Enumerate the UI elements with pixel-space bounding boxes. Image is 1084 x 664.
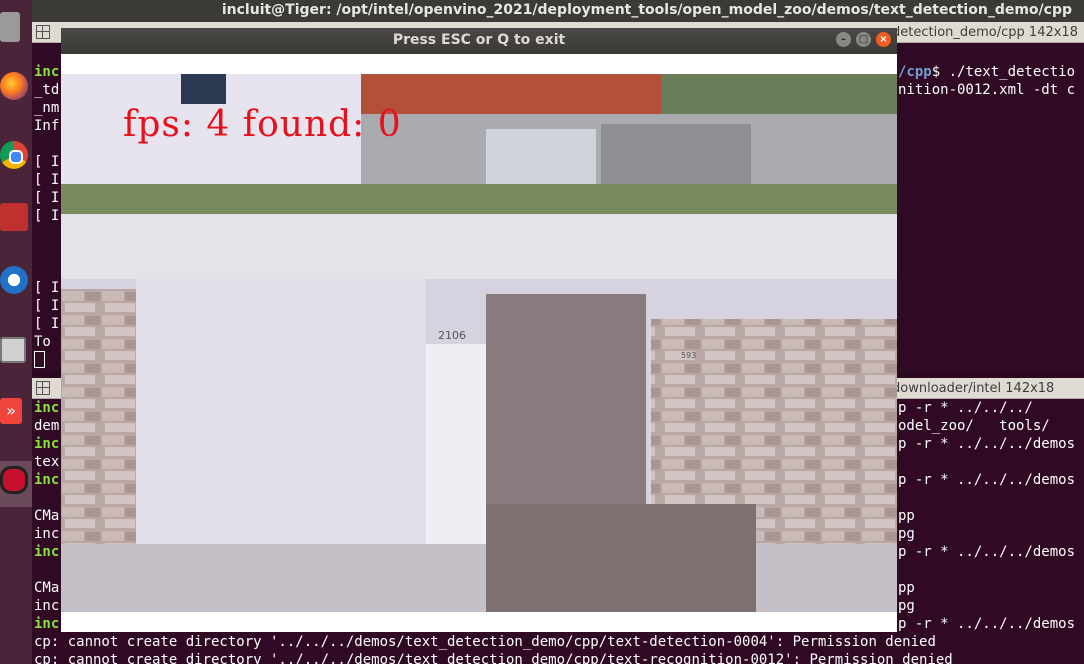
chrome-icon[interactable] — [0, 141, 28, 169]
demo-window-title: Press ESC or Q to exit — [392, 32, 566, 48]
terminal-line: pp — [898, 508, 915, 524]
demo-window-titlebar[interactable]: Press ESC or Q to exit – □ × — [61, 28, 897, 54]
terminal-line: inc — [34, 400, 60, 416]
terminal-line: Inf — [34, 118, 60, 134]
terminal-line: [ I — [34, 172, 60, 188]
video-frame: 2106 593 fps: 4 found: 0 — [61, 74, 897, 612]
launcher-dock: » — [0, 0, 32, 664]
terminal-line: CMa — [34, 580, 60, 596]
active-window-title: incluit@Tiger: /opt/intel/openvino_2021/… — [221, 2, 1072, 18]
grid-icon[interactable] — [36, 381, 50, 395]
thunderbird-icon[interactable] — [0, 266, 28, 294]
terminal-line: [ I — [34, 208, 60, 224]
house-number: 2106 — [438, 329, 466, 342]
terminal-line: To — [34, 334, 60, 350]
terminal-line: [ I — [34, 316, 60, 332]
opencv-window-icon[interactable] — [0, 466, 28, 494]
terminal-line: pp — [898, 580, 915, 596]
terminal-line: p -r * ../../../demos — [898, 616, 1076, 632]
close-button[interactable]: × — [876, 32, 891, 47]
street-scene-image — [61, 74, 897, 612]
terminal-line: odel_zoo/ tools/ — [898, 418, 1050, 434]
error-line: cp: cannot create directory '../../../de… — [34, 634, 936, 650]
terminal-line: dem — [34, 418, 60, 434]
terminal-line: _nm — [34, 100, 60, 116]
grid-icon[interactable] — [36, 25, 50, 39]
terminal-line: inc — [34, 436, 60, 452]
terminal-line: [ I — [34, 280, 60, 296]
terminal-line: p -r * ../../../ — [898, 400, 1033, 416]
terminal-line: /cpp$ ./text_detectio — [898, 63, 1075, 81]
terminal-line: inc — [34, 616, 60, 632]
terminal-line: nition-0012.xml -dt c — [898, 82, 1076, 98]
terminal-line: p -r * ../../../demos — [898, 472, 1076, 488]
terminal-line: CMa — [34, 508, 60, 524]
top-panel: incluit@Tiger: /opt/intel/openvino_2021/… — [0, 0, 1084, 22]
terminal-line: pg — [898, 526, 915, 542]
anydesk-icon[interactable]: » — [0, 398, 22, 424]
terminal-line: inc — [34, 526, 60, 542]
camera-icon[interactable] — [0, 337, 26, 363]
files-icon[interactable] — [0, 12, 20, 42]
minimize-button[interactable]: – — [836, 32, 851, 47]
fps-overlay-text: fps: 4 found: 0 — [123, 104, 402, 145]
pillar-number: 593 — [681, 351, 697, 360]
terminal-line: [ I — [34, 154, 60, 170]
terminal-line: _td — [34, 82, 60, 98]
terminal-line: inc — [34, 544, 60, 560]
prompt-path: /cpp — [898, 64, 932, 80]
terminal-title: detection_demo/cpp 142x18 — [892, 25, 1078, 40]
terminal-cursor — [34, 351, 45, 370]
demo-window[interactable]: Press ESC or Q to exit – □ × 2106 593 fp… — [61, 28, 897, 632]
terminal-line: [ I — [34, 298, 60, 314]
terminal-line: p -r * ../../../demos — [898, 544, 1076, 560]
firefox-icon[interactable] — [0, 72, 28, 100]
terminal-line: inc — [34, 64, 60, 80]
terminal-line: p -r * ../../../demos — [898, 436, 1076, 452]
terminal-line: tex — [34, 454, 60, 470]
command-text: $ ./text_detectio — [931, 64, 1076, 80]
error-line: cp: cannot create directory '../../../de… — [34, 652, 953, 664]
terminal-icon[interactable] — [0, 203, 28, 231]
terminal-line: [ I — [34, 190, 60, 206]
terminal-title: downloader/intel 142x18 — [892, 381, 1055, 396]
terminal-line: inc — [34, 598, 60, 614]
terminal-line: inc — [34, 472, 60, 488]
maximize-button[interactable]: □ — [856, 32, 871, 47]
terminal-line: pg — [898, 598, 915, 614]
